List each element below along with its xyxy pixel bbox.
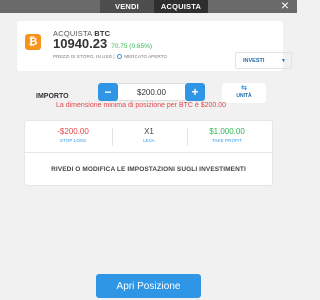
- review-settings-link[interactable]: RIVEDI O MODIFICA LE IMPOSTAZIONI SUGLI …: [25, 153, 272, 186]
- price-change: 70.75 (0.65%): [111, 43, 153, 50]
- stop-loss-label: STOP LOSS: [59, 138, 87, 143]
- trade-direction-tabs: VENDI ACQUISTA: [100, 0, 208, 13]
- take-profit-value: $1,000.00: [209, 127, 245, 136]
- open-position-button[interactable]: Apri Posizione: [96, 274, 201, 298]
- bitcoin-logo-icon: ₿: [25, 34, 41, 50]
- leverage-label: LEVA: [143, 138, 155, 143]
- divider: [112, 128, 113, 146]
- tab-sell[interactable]: VENDI: [100, 0, 154, 13]
- take-profit-setting[interactable]: $1,000.00 TAKE PROFIT: [199, 127, 255, 143]
- divider: [187, 128, 188, 146]
- take-profit-label: TAKE PROFIT: [211, 138, 243, 143]
- amount-label: IMPORTO: [36, 93, 69, 100]
- instrument-price: 10940.23: [53, 36, 108, 51]
- increase-amount-button[interactable]: +: [185, 83, 205, 101]
- chevron-down-icon: ▼: [281, 58, 286, 64]
- close-icon[interactable]: ×: [281, 0, 289, 12]
- instrument-card: ₿ ACQUISTA BTC 10940.23 70.75 (0.65%) PR…: [17, 21, 292, 71]
- invest-dropdown[interactable]: INVESTI ▼: [235, 52, 292, 69]
- market-status: MERCATO APERTO: [124, 54, 168, 59]
- tab-buy[interactable]: ACQUISTA: [154, 0, 208, 13]
- minimum-position-warning: La dimensione minima di posizione per BT…: [56, 102, 227, 109]
- stop-loss-value: -$200.00: [57, 127, 89, 136]
- clock-icon: [116, 54, 122, 60]
- invest-dropdown-label: INVESTI: [243, 57, 265, 64]
- swap-icon: ⇆: [241, 85, 247, 92]
- stop-loss-setting[interactable]: -$200.00 STOP LOSS: [47, 127, 99, 143]
- units-toggle-button[interactable]: ⇆ UNITÀ: [222, 83, 266, 103]
- top-bar: VENDI ACQUISTA ×: [0, 0, 297, 13]
- decrease-amount-button[interactable]: −: [98, 83, 118, 101]
- leverage-setting[interactable]: X1 LEVA: [123, 127, 175, 143]
- leverage-value: X1: [144, 127, 154, 136]
- price-line: 10940.23 70.75 (0.65%): [53, 36, 152, 51]
- amount-input[interactable]: $200.00: [118, 83, 185, 101]
- units-label: UNITÀ: [236, 93, 252, 99]
- price-source-text: PREZZI DI ETORO, IN USD |: [53, 54, 115, 59]
- trade-settings-card: -$200.00 STOP LOSS X1 LEVA $1,000.00 TAK…: [24, 120, 273, 186]
- price-source: PREZZI DI ETORO, IN USD | MERCATO APERTO: [53, 54, 168, 60]
